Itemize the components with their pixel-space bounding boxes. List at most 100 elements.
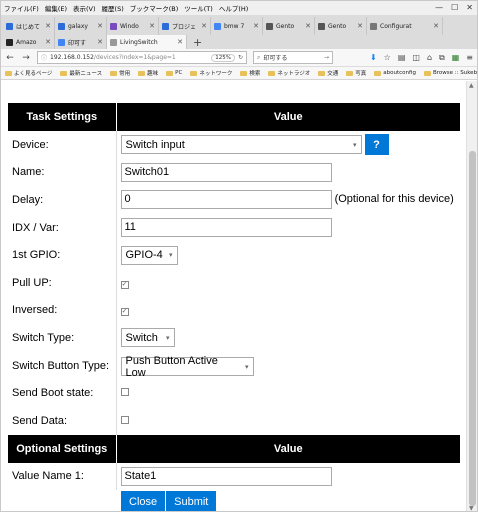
minimize-icon[interactable]: — (435, 3, 443, 12)
folder-icon (318, 70, 326, 76)
submit-button[interactable]: Submit (166, 491, 217, 511)
scrollbar-thumb[interactable] (469, 151, 476, 506)
close-tab-icon[interactable]: ✕ (177, 38, 183, 46)
browser-tab[interactable]: LivingSwitch ✕ (107, 35, 187, 49)
bookmark-item[interactable]: よく見るページ (5, 69, 52, 77)
menu-edit[interactable]: 編集(E) (45, 3, 67, 13)
browser-window: ファイル(F) 編集(E) 表示(V) 履歴(S) ブックマーク(B) ツール(… (0, 0, 478, 512)
browser-tab[interactable]: プロジェ ✕ (159, 17, 211, 35)
close-tab-icon[interactable]: ✕ (149, 22, 155, 30)
bookmark-item[interactable]: 趣味 (138, 69, 158, 77)
menu-help[interactable]: ヘルプ(H) (219, 3, 248, 13)
browser-tab[interactable]: Gento ✕ (315, 17, 367, 35)
browser-tab[interactable]: Configurat ✕ (367, 17, 443, 35)
menu-bookmarks[interactable]: ブックマーク(B) (130, 3, 179, 13)
idx-input[interactable]: 11 (120, 218, 332, 238)
bookmark-item[interactable]: 最新ニュース (60, 69, 102, 77)
browser-tab[interactable]: galaxy ✕ (55, 17, 107, 35)
library-icon[interactable]: ▤ (398, 53, 406, 63)
bookmark-item[interactable]: 常用 (110, 69, 130, 77)
browser-tab[interactable]: bmw 7 ✕ (211, 17, 263, 35)
forward-icon[interactable]: → (21, 53, 31, 63)
home-icon[interactable]: ⌂ (427, 53, 432, 63)
close-tab-icon[interactable]: ✕ (45, 38, 51, 46)
bookmark-item[interactable]: 写真 (346, 69, 366, 77)
page-content: Task Settings Value Device: Switch input… (1, 81, 468, 511)
inversed-checkbox[interactable]: ✓ (120, 308, 129, 317)
bookmark-star-icon[interactable]: ☆ (384, 53, 391, 63)
download-icon[interactable]: ⬇ (370, 53, 377, 63)
browser-tab[interactable]: Windo ✕ (107, 17, 159, 35)
hamburger-menu-icon[interactable]: ≡ (466, 53, 473, 63)
send-data-checkbox[interactable] (120, 415, 129, 424)
bookmark-item[interactable]: PC (166, 70, 182, 76)
search-go-icon[interactable]: → (324, 54, 329, 61)
close-tab-icon[interactable]: ✕ (357, 22, 363, 30)
folder-icon (346, 70, 354, 76)
bookmark-item[interactable]: ネットワーク (190, 69, 232, 77)
maximize-icon[interactable]: ☐ (451, 3, 458, 12)
name-input[interactable]: Switch01 (120, 162, 332, 182)
bookmark-item[interactable]: aboutconfig (374, 70, 416, 76)
close-window-icon[interactable]: ✕ (466, 3, 473, 12)
navigation-bar: ← → ⓘ 192.168.0.152/devices?index=1&page… (1, 49, 477, 67)
favicon-icon (58, 22, 65, 30)
menu-history[interactable]: 履歴(S) (102, 3, 124, 13)
close-tab-icon[interactable]: ✕ (433, 22, 439, 30)
send-boot-checkbox[interactable] (120, 388, 129, 397)
pullup-checkbox[interactable]: ✓ (120, 280, 129, 289)
send-boot-label: Send Boot state: (8, 379, 117, 407)
device-settings-table: Task Settings Value Device: Switch input… (8, 103, 460, 491)
vertical-scrollbar[interactable]: ▲ ▼ (466, 81, 477, 511)
folder-icon (138, 70, 146, 76)
menu-view[interactable]: 表示(V) (73, 3, 96, 13)
delay-input[interactable]: 0 (120, 190, 332, 210)
url-bar[interactable]: ⓘ 192.168.0.152/devices?index=1&page=1 1… (37, 51, 247, 64)
value-name-1-input[interactable]: State1 (120, 466, 332, 486)
zoom-level[interactable]: 125% (211, 53, 235, 62)
close-tab-icon[interactable]: ✕ (253, 22, 259, 30)
help-button[interactable]: ? (364, 134, 389, 156)
back-icon[interactable]: ← (5, 53, 15, 63)
menu-file[interactable]: ファイル(F) (4, 3, 39, 13)
close-tab-icon[interactable]: ✕ (305, 22, 311, 30)
browser-tab[interactable]: はじめて ✕ (3, 17, 55, 35)
gpio-select[interactable]: GPIO-4 ▾ (120, 245, 178, 265)
browser-tab[interactable]: Amazo ✕ (3, 35, 55, 49)
scroll-up-icon[interactable]: ▲ (469, 82, 474, 89)
close-tab-icon[interactable]: ✕ (97, 38, 103, 46)
search-icon: ⌕ (257, 53, 261, 61)
bookmark-item[interactable]: ネットラジオ (268, 69, 310, 77)
search-input[interactable]: ⌕ 印可する → (253, 51, 333, 64)
bookmark-item[interactable]: 交通 (318, 69, 338, 77)
search-text: 印可する (263, 55, 288, 62)
close-button[interactable]: Close (121, 491, 166, 511)
bookmark-label: aboutconfig (383, 70, 416, 76)
optional-settings-header-row: Optional Settings Value (8, 434, 460, 463)
switch-button-type-select[interactable]: Push Button Active Low ▾ (120, 355, 254, 379)
menu-tools[interactable]: ツール(T) (184, 3, 213, 13)
addon-icon[interactable]: ▦ (452, 53, 460, 63)
switch-type-row: Switch Type: Switch ▾ (8, 324, 460, 352)
close-tab-icon[interactable]: ✕ (201, 22, 207, 30)
new-tab-icon[interactable]: + (187, 36, 208, 49)
reload-icon[interactable]: ↻ (238, 54, 243, 61)
switch-type-value: Switch (125, 331, 158, 344)
close-tab-icon[interactable]: ✕ (45, 22, 51, 30)
info-icon[interactable]: ⓘ (41, 53, 47, 62)
pocket-icon[interactable]: ◫ (412, 53, 420, 63)
name-row: Name: Switch01 (8, 158, 460, 187)
tab-label: Windo (120, 22, 139, 30)
close-tab-icon[interactable]: ✕ (97, 22, 103, 30)
window-controls: — ☐ ✕ (435, 3, 473, 12)
delay-row: Delay: 0 (Optional for this device) (8, 186, 460, 214)
browser-tab[interactable]: 印可す ✕ (55, 35, 107, 49)
tab-label: bmw 7 (224, 22, 245, 30)
scroll-down-icon[interactable]: ▼ (469, 505, 474, 511)
bookmark-item[interactable]: 検索 (240, 69, 260, 77)
sync-icon[interactable]: ⧉ (439, 53, 445, 63)
browser-tab[interactable]: Gento ✕ (263, 17, 315, 35)
device-select[interactable]: Switch input ▾ (120, 135, 362, 155)
bookmark-item[interactable]: Browse :: Sukebei (423, 70, 477, 76)
switch-type-select[interactable]: Switch ▾ (120, 328, 175, 348)
